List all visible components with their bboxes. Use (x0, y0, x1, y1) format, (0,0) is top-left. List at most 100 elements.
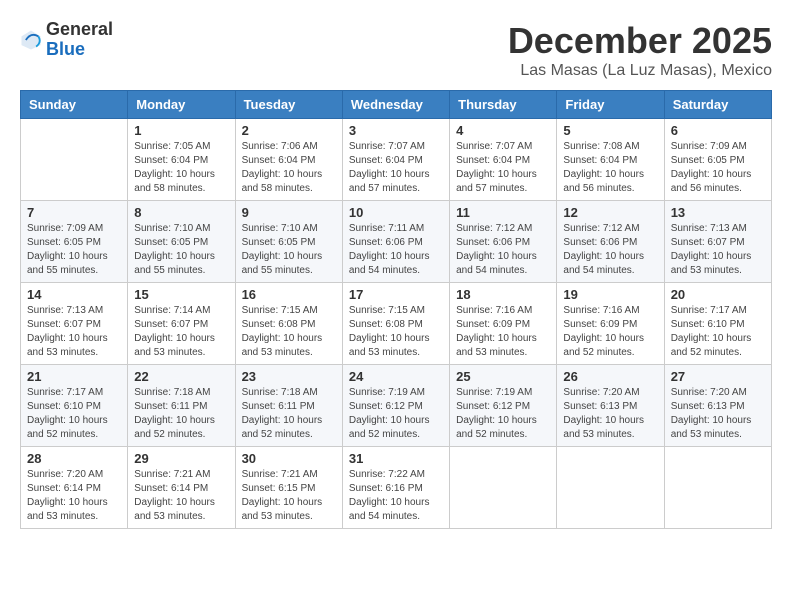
weekday-header: Saturday (664, 91, 771, 119)
calendar-cell: 31Sunrise: 7:22 AM Sunset: 6:16 PM Dayli… (342, 447, 449, 529)
day-number: 20 (671, 287, 765, 302)
day-info: Sunrise: 7:12 AM Sunset: 6:06 PM Dayligh… (563, 222, 657, 278)
day-number: 8 (134, 205, 228, 220)
weekday-header: Thursday (450, 91, 557, 119)
day-info: Sunrise: 7:22 AM Sunset: 6:16 PM Dayligh… (349, 468, 443, 524)
calendar-cell (450, 447, 557, 529)
calendar-cell: 26 Sunrise: 7:20 AM Sunset: 6:13 PM Dayli… (557, 365, 664, 447)
calendar-cell: 7 Sunrise: 7:09 AM Sunset: 6:05 PM Daylig… (21, 201, 128, 283)
calendar-cell: 1 Sunrise: 7:05 AM Sunset: 6:04 PM Daylig… (128, 119, 235, 201)
day-info: Sunrise: 7:19 AM Sunset: 6:12 PM Dayligh… (349, 386, 443, 442)
day-number: 18 (456, 287, 550, 302)
calendar-cell: 25Sunrise: 7:19 AM Sunset: 6:12 PM Dayli… (450, 365, 557, 447)
day-info: Sunrise: 7:21 AM Sunset: 6:14 PM Dayligh… (134, 468, 228, 524)
logo: General Blue (20, 20, 113, 60)
day-info: Sunrise: 7:19 AM Sunset: 6:12 PM Dayligh… (456, 386, 550, 442)
calendar-cell: 16Sunrise: 7:15 AM Sunset: 6:08 PM Dayli… (235, 283, 342, 365)
day-number: 2 (242, 123, 336, 138)
calendar-header: SundayMondayTuesdayWednesdayThursdayFrid… (21, 91, 772, 119)
calendar-cell: 23 Sunrise: 7:18 AM Sunset: 6:11 PM Dayli… (235, 365, 342, 447)
calendar-week-row: 28 Sunrise: 7:20 AM Sunset: 6:14 PM Dayli… (21, 447, 772, 529)
day-number: 29 (134, 451, 228, 466)
day-number: 30 (242, 451, 336, 466)
weekday-header: Monday (128, 91, 235, 119)
day-number: 4 (456, 123, 550, 138)
weekday-header: Sunday (21, 91, 128, 119)
day-number: 15 (134, 287, 228, 302)
day-info: Sunrise: 7:07 AM Sunset: 6:04 PM Dayligh… (456, 140, 550, 196)
day-info: Sunrise: 7:13 AM Sunset: 6:07 PM Dayligh… (671, 222, 765, 278)
day-number: 7 (27, 205, 121, 220)
calendar-cell: 24 Sunrise: 7:19 AM Sunset: 6:12 PM Dayli… (342, 365, 449, 447)
calendar-cell: 12 Sunrise: 7:12 AM Sunset: 6:06 PM Dayli… (557, 201, 664, 283)
calendar-cell: 15Sunrise: 7:14 AM Sunset: 6:07 PM Dayli… (128, 283, 235, 365)
calendar-week-row: 21 Sunrise: 7:17 AM Sunset: 6:10 PM Dayli… (21, 365, 772, 447)
day-info: Sunrise: 7:10 AM Sunset: 6:05 PM Dayligh… (134, 222, 228, 278)
logo-general: General (46, 20, 113, 40)
calendar-cell: 11 Sunrise: 7:12 AM Sunset: 6:06 PM Dayli… (450, 201, 557, 283)
day-number: 21 (27, 369, 121, 384)
day-number: 1 (134, 123, 228, 138)
calendar-cell: 28 Sunrise: 7:20 AM Sunset: 6:14 PM Dayli… (21, 447, 128, 529)
calendar-cell: 8 Sunrise: 7:10 AM Sunset: 6:05 PM Daylig… (128, 201, 235, 283)
day-info: Sunrise: 7:12 AM Sunset: 6:06 PM Dayligh… (456, 222, 550, 278)
day-number: 13 (671, 205, 765, 220)
day-info: Sunrise: 7:16 AM Sunset: 6:09 PM Dayligh… (456, 304, 550, 360)
day-info: Sunrise: 7:16 AM Sunset: 6:09 PM Dayligh… (563, 304, 657, 360)
logo-text: General Blue (46, 20, 113, 60)
day-info: Sunrise: 7:17 AM Sunset: 6:10 PM Dayligh… (671, 304, 765, 360)
day-number: 12 (563, 205, 657, 220)
day-info: Sunrise: 7:09 AM Sunset: 6:05 PM Dayligh… (671, 140, 765, 196)
day-number: 6 (671, 123, 765, 138)
day-number: 24 (349, 369, 443, 384)
day-number: 10 (349, 205, 443, 220)
calendar-cell: 30Sunrise: 7:21 AM Sunset: 6:15 PM Dayli… (235, 447, 342, 529)
calendar-cell: 13 Sunrise: 7:13 AM Sunset: 6:07 PM Dayli… (664, 201, 771, 283)
day-number: 16 (242, 287, 336, 302)
calendar-cell: 6 Sunrise: 7:09 AM Sunset: 6:05 PM Daylig… (664, 119, 771, 201)
day-info: Sunrise: 7:06 AM Sunset: 6:04 PM Dayligh… (242, 140, 336, 196)
logo-icon (20, 29, 42, 51)
calendar: SundayMondayTuesdayWednesdayThursdayFrid… (20, 90, 772, 529)
day-info: Sunrise: 7:17 AM Sunset: 6:10 PM Dayligh… (27, 386, 121, 442)
day-info: Sunrise: 7:20 AM Sunset: 6:14 PM Dayligh… (27, 468, 121, 524)
calendar-cell: 20 Sunrise: 7:17 AM Sunset: 6:10 PM Dayli… (664, 283, 771, 365)
weekday-header: Wednesday (342, 91, 449, 119)
day-info: Sunrise: 7:08 AM Sunset: 6:04 PM Dayligh… (563, 140, 657, 196)
day-number: 28 (27, 451, 121, 466)
calendar-cell: 4 Sunrise: 7:07 AM Sunset: 6:04 PM Daylig… (450, 119, 557, 201)
calendar-cell: 3Sunrise: 7:07 AM Sunset: 6:04 PM Daylig… (342, 119, 449, 201)
weekday-row: SundayMondayTuesdayWednesdayThursdayFrid… (21, 91, 772, 119)
calendar-cell (557, 447, 664, 529)
day-info: Sunrise: 7:20 AM Sunset: 6:13 PM Dayligh… (563, 386, 657, 442)
month-title: December 2025 (508, 20, 772, 62)
day-info: Sunrise: 7:18 AM Sunset: 6:11 PM Dayligh… (134, 386, 228, 442)
calendar-cell: 18 Sunrise: 7:16 AM Sunset: 6:09 PM Dayli… (450, 283, 557, 365)
day-info: Sunrise: 7:05 AM Sunset: 6:04 PM Dayligh… (134, 140, 228, 196)
calendar-cell: 14Sunrise: 7:13 AM Sunset: 6:07 PM Dayli… (21, 283, 128, 365)
day-number: 5 (563, 123, 657, 138)
weekday-header: Tuesday (235, 91, 342, 119)
calendar-cell (21, 119, 128, 201)
logo-blue: Blue (46, 40, 113, 60)
day-info: Sunrise: 7:10 AM Sunset: 6:05 PM Dayligh… (242, 222, 336, 278)
day-info: Sunrise: 7:20 AM Sunset: 6:13 PM Dayligh… (671, 386, 765, 442)
title-section: December 2025 Las Masas (La Luz Masas), … (508, 20, 772, 80)
calendar-cell: 21 Sunrise: 7:17 AM Sunset: 6:10 PM Dayli… (21, 365, 128, 447)
page-header: General Blue December 2025 Las Masas (La… (20, 20, 772, 80)
calendar-cell: 19 Sunrise: 7:16 AM Sunset: 6:09 PM Dayli… (557, 283, 664, 365)
day-number: 27 (671, 369, 765, 384)
location: Las Masas (La Luz Masas), Mexico (508, 62, 772, 80)
day-number: 11 (456, 205, 550, 220)
day-number: 19 (563, 287, 657, 302)
calendar-cell: 5 Sunrise: 7:08 AM Sunset: 6:04 PM Daylig… (557, 119, 664, 201)
day-info: Sunrise: 7:09 AM Sunset: 6:05 PM Dayligh… (27, 222, 121, 278)
day-number: 26 (563, 369, 657, 384)
calendar-cell: 17Sunrise: 7:15 AM Sunset: 6:08 PM Dayli… (342, 283, 449, 365)
day-info: Sunrise: 7:15 AM Sunset: 6:08 PM Dayligh… (349, 304, 443, 360)
day-info: Sunrise: 7:18 AM Sunset: 6:11 PM Dayligh… (242, 386, 336, 442)
day-number: 3 (349, 123, 443, 138)
day-info: Sunrise: 7:13 AM Sunset: 6:07 PM Dayligh… (27, 304, 121, 360)
day-number: 23 (242, 369, 336, 384)
calendar-cell: 22Sunrise: 7:18 AM Sunset: 6:11 PM Dayli… (128, 365, 235, 447)
